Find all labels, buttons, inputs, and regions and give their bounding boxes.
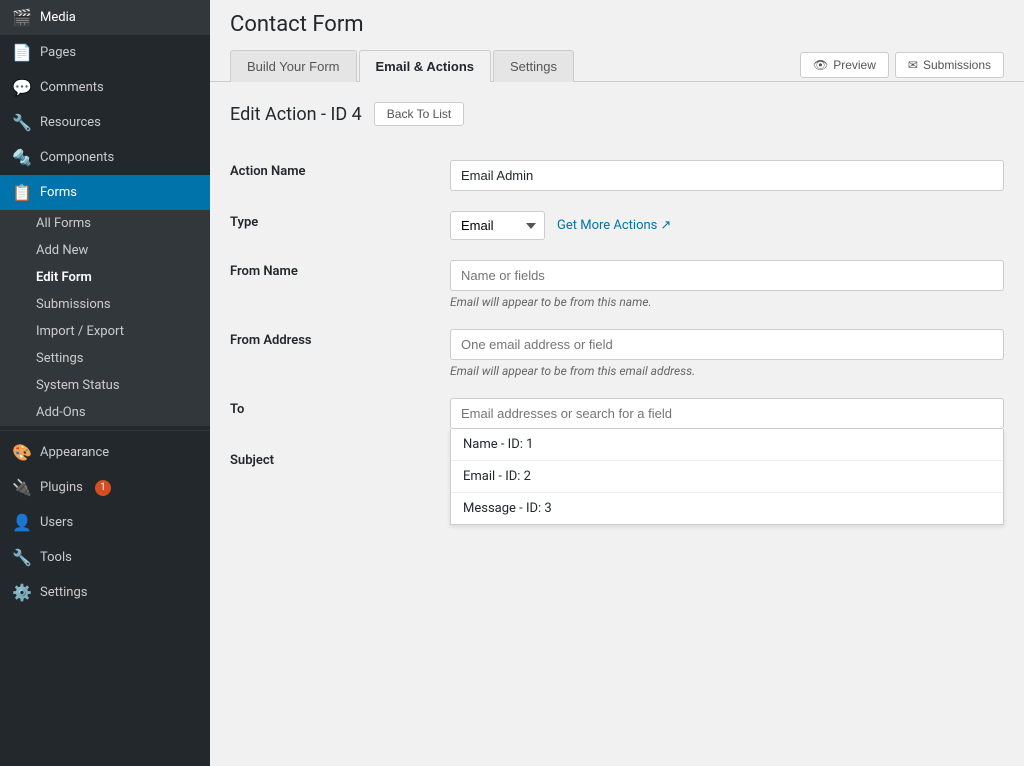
sidebar: 🎬 Media 📄 Pages 💬 Comments 🔧 Resources 🔩… (0, 0, 210, 766)
preview-label: Preview (833, 58, 876, 72)
sidebar-item-plugins[interactable]: 🔌 Plugins 1 (0, 470, 210, 505)
forms-icon: 📋 (12, 183, 32, 202)
submissions-icon: ✉ (908, 58, 918, 72)
external-link-icon: ↗ (660, 218, 671, 233)
sidebar-item-add-ons[interactable]: Add-Ons (0, 399, 210, 426)
type-label: Type (230, 215, 258, 230)
tabs-bar: Build Your Form Email & Actions Settings… (210, 49, 1024, 82)
from-address-hint: Email will appear to be from this email … (450, 364, 1004, 378)
to-label: To (230, 402, 244, 417)
sidebar-item-pages[interactable]: 📄 Pages (0, 35, 210, 70)
pages-icon: 📄 (12, 43, 32, 62)
sidebar-item-label: Forms (40, 185, 77, 200)
type-row: Type Email Slack Webhook Get More Action… (230, 201, 1004, 250)
tools-icon: 🔧 (12, 548, 32, 567)
page-title: Contact Form (230, 12, 1004, 37)
submissions-button[interactable]: ✉ Submissions (895, 52, 1004, 78)
to-input[interactable] (450, 398, 1004, 429)
sidebar-item-tools[interactable]: 🔧 Tools (0, 540, 210, 575)
from-name-hint: Email will appear to be from this name. (450, 295, 1004, 309)
sidebar-item-label: Users (40, 515, 73, 530)
action-name-input[interactable] (450, 160, 1004, 191)
sidebar-item-comments[interactable]: 💬 Comments (0, 70, 210, 105)
form-area: Edit Action - ID 4 Back To List Action N… (210, 82, 1024, 532)
appearance-icon: 🎨 (12, 443, 32, 462)
dropdown-item-email-2[interactable]: Email - ID: 2 (451, 461, 1003, 493)
get-more-actions-link[interactable]: Get More Actions ↗ (557, 218, 671, 233)
page-header: Contact Form (210, 0, 1024, 37)
from-address-row: From Address Email will appear to be fro… (230, 319, 1004, 388)
sidebar-item-system-status[interactable]: System Status (0, 372, 210, 399)
sidebar-item-users[interactable]: 👤 Users (0, 505, 210, 540)
dropdown-item-message-3[interactable]: Message - ID: 3 (451, 493, 1003, 524)
sidebar-item-add-new[interactable]: Add New (0, 237, 210, 264)
edit-action-title: Edit Action - ID 4 (230, 104, 362, 125)
from-name-row: From Name Email will appear to be from t… (230, 250, 1004, 319)
form-table: Action Name Type Email (230, 150, 1004, 512)
sidebar-item-settings-bottom[interactable]: ⚙️ Settings (0, 575, 210, 610)
components-icon: 🔩 (12, 148, 32, 167)
tab-email-actions[interactable]: Email & Actions (359, 50, 491, 82)
from-name-label: From Name (230, 264, 298, 279)
type-select[interactable]: Email Slack Webhook (450, 211, 545, 240)
main-content: Contact Form Build Your Form Email & Act… (210, 0, 1024, 766)
sidebar-item-submissions[interactable]: Submissions (0, 291, 210, 318)
sidebar-item-label: Plugins (40, 480, 83, 495)
settings-bottom-icon: ⚙️ (12, 583, 32, 602)
comments-icon: 💬 (12, 78, 32, 97)
sidebar-item-components[interactable]: 🔩 Components (0, 140, 210, 175)
subject-label: Subject (230, 453, 274, 468)
plugins-icon: 🔌 (12, 478, 32, 497)
tab-build-your-form[interactable]: Build Your Form (230, 50, 357, 82)
sidebar-item-media[interactable]: 🎬 Media (0, 0, 210, 35)
preview-button[interactable]: 👁 Preview (800, 52, 889, 78)
media-icon: 🎬 (12, 8, 32, 27)
from-address-input[interactable] (450, 329, 1004, 360)
edit-action-header: Edit Action - ID 4 Back To List (230, 102, 1004, 126)
forms-submenu: All Forms Add New Edit Form Submissions … (0, 210, 210, 426)
to-row: To Name - ID: 1 Email - ID: 2 Message - … (230, 388, 1004, 439)
sidebar-item-label: Appearance (40, 445, 109, 460)
sidebar-item-edit-form[interactable]: Edit Form (0, 264, 210, 291)
action-name-label: Action Name (230, 164, 306, 179)
sidebar-item-label: Comments (40, 80, 104, 95)
from-name-input[interactable] (450, 260, 1004, 291)
action-name-row: Action Name (230, 150, 1004, 201)
sidebar-item-resources[interactable]: 🔧 Resources (0, 105, 210, 140)
tab-actions: 👁 Preview ✉ Submissions (800, 52, 1004, 78)
to-field-wrapper: Name - ID: 1 Email - ID: 2 Message - ID:… (450, 398, 1004, 429)
from-address-label: From Address (230, 333, 312, 348)
preview-icon: 👁 (813, 58, 828, 72)
to-dropdown-list: Name - ID: 1 Email - ID: 2 Message - ID:… (450, 429, 1004, 525)
sidebar-item-label: Components (40, 150, 114, 165)
sidebar-item-label: Settings (40, 585, 87, 600)
sidebar-item-forms[interactable]: 📋 Forms (0, 175, 210, 210)
sidebar-item-appearance[interactable]: 🎨 Appearance (0, 435, 210, 470)
sidebar-item-import-export[interactable]: Import / Export (0, 318, 210, 345)
type-field-wrapper: Email Slack Webhook Get More Actions ↗ (450, 211, 1004, 240)
sidebar-item-label: Tools (40, 550, 72, 565)
back-to-list-button[interactable]: Back To List (374, 102, 464, 126)
get-more-actions-label: Get More Actions (557, 218, 657, 233)
sidebar-item-settings[interactable]: Settings (0, 345, 210, 372)
submissions-label: Submissions (923, 58, 991, 72)
resources-icon: 🔧 (12, 113, 32, 132)
sidebar-item-label: Media (40, 10, 76, 25)
tab-settings[interactable]: Settings (493, 50, 574, 82)
plugins-badge: 1 (95, 480, 111, 496)
sidebar-item-label: Resources (40, 115, 101, 130)
sidebar-item-all-forms[interactable]: All Forms (0, 210, 210, 237)
sidebar-item-label: Pages (40, 45, 76, 60)
users-icon: 👤 (12, 513, 32, 532)
sidebar-divider-1 (0, 430, 210, 431)
dropdown-item-name-1[interactable]: Name - ID: 1 (451, 429, 1003, 461)
